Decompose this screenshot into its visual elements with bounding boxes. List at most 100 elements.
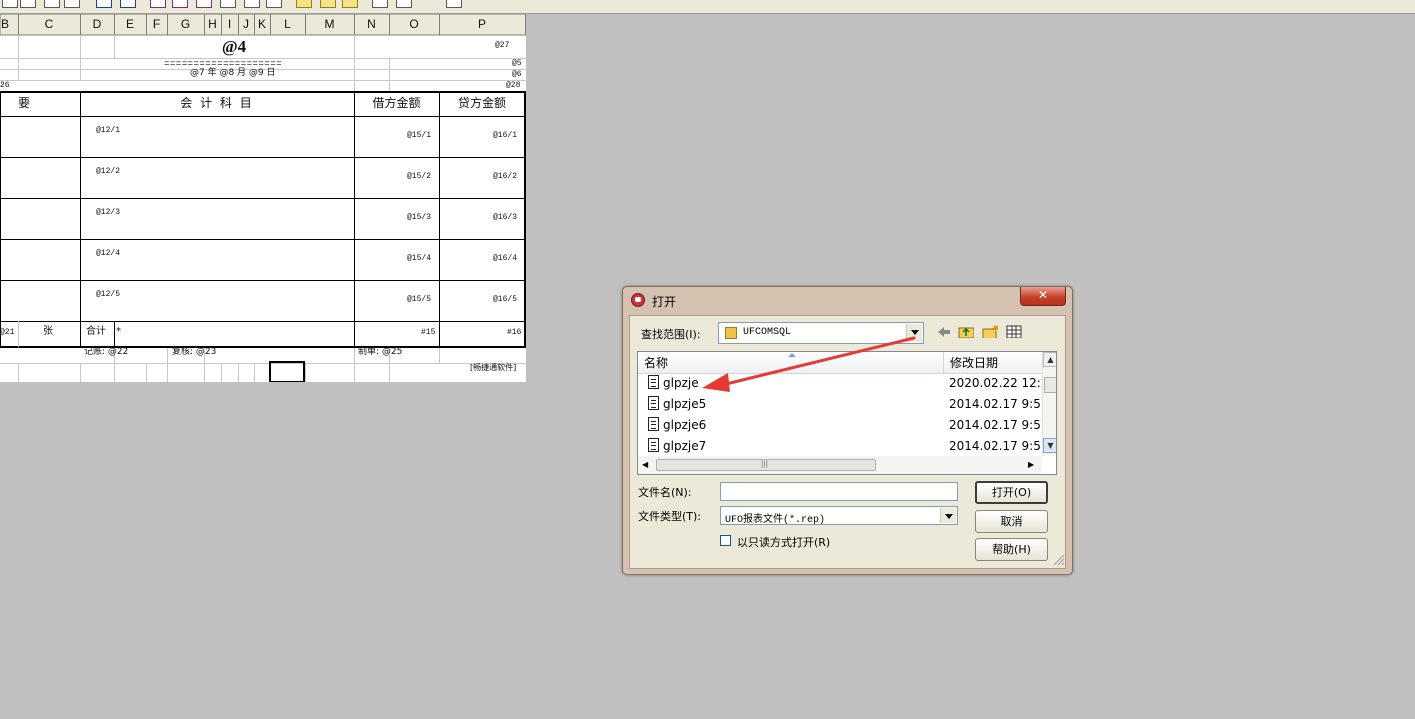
total-left-placeholder[interactable]: @21 [0, 329, 14, 337]
col-header-k[interactable]: K [254, 18, 270, 30]
row3-credit[interactable]: @16/3 [493, 214, 517, 222]
col-header-m[interactable]: M [305, 18, 354, 30]
file-date: 2014.02.17 9:57 [949, 439, 1049, 453]
toolbar-help-icon[interactable] [446, 0, 462, 8]
col-header-h[interactable]: H [204, 18, 221, 30]
row5-account[interactable]: @12/5 [96, 291, 120, 299]
report-title-placeholder[interactable]: @4 [114, 38, 354, 55]
scroll-up-icon[interactable]: ▲ [1043, 352, 1056, 367]
placeholder-6[interactable]: @6 [512, 71, 522, 79]
row2-credit[interactable]: @16/2 [493, 173, 517, 181]
header-debit: 借方金额 [372, 96, 421, 110]
footer-bookkeeper[interactable]: 记账: @22 [84, 348, 128, 357]
close-button[interactable]: ✕ [1020, 287, 1066, 306]
col-header-g[interactable]: G [167, 18, 204, 30]
cancel-button[interactable]: 取消 [975, 510, 1048, 533]
toolbar-scissors-icon[interactable] [20, 0, 36, 8]
file-row[interactable]: glpzje7 2014.02.17 9:57 [638, 435, 1048, 456]
date-line[interactable]: @7 年 @8 月 @9 日 [190, 69, 275, 78]
view-menu-icon[interactable] [1006, 324, 1022, 338]
toolbar-sort-desc-icon[interactable] [96, 0, 112, 8]
column-header-modified[interactable]: 修改日期 [944, 352, 1042, 374]
horizontal-scroll-thumb[interactable]: ||| [656, 459, 876, 471]
footer-maker[interactable]: 制单: @25 [358, 348, 402, 357]
total-star[interactable]: * [116, 327, 121, 337]
file-date: 2014.02.17 9:57 [949, 397, 1049, 411]
col-header-b[interactable]: B [0, 18, 10, 30]
toolbar-currency-icon[interactable] [296, 0, 312, 8]
placeholder-26[interactable]: 26 [0, 82, 10, 90]
row2-account[interactable]: @12/2 [96, 168, 120, 176]
file-date: 2014.02.17 9:57 [949, 418, 1049, 432]
row1-credit[interactable]: @16/1 [493, 132, 517, 140]
row2-debit[interactable]: @15/2 [407, 173, 431, 181]
row4-account[interactable]: @12/4 [96, 250, 120, 258]
header-summary: 要 [18, 96, 31, 110]
col-header-o[interactable]: O [389, 18, 439, 30]
total-zhang[interactable]: 张 [43, 327, 53, 337]
back-icon[interactable] [936, 325, 952, 339]
header-account: 会 计 科 目 [180, 96, 254, 110]
col-header-j[interactable]: J [238, 18, 254, 30]
col-header-f[interactable]: F [146, 18, 167, 30]
col-header-l[interactable]: L [270, 18, 305, 30]
total-debit[interactable]: #15 [421, 329, 435, 337]
row5-credit[interactable]: @16/5 [493, 296, 517, 304]
filename-input[interactable] [720, 482, 958, 501]
toolbar-align-top-icon[interactable] [150, 0, 166, 8]
placeholder-28[interactable]: @28 [506, 82, 520, 90]
placeholder-27[interactable]: @27 [495, 42, 509, 50]
toolbar-insert-row-icon[interactable] [372, 0, 388, 8]
toolbar-percent-icon[interactable] [320, 0, 336, 8]
dialog-title: 打开 [652, 295, 677, 309]
row4-credit[interactable]: @16/4 [493, 255, 517, 263]
toolbar-bold-icon[interactable] [220, 0, 236, 8]
toolbar-align-middle-icon[interactable] [172, 0, 188, 8]
toolbar-sort-asc-icon[interactable] [120, 0, 136, 8]
up-folder-icon[interactable] [958, 324, 974, 338]
row1-debit[interactable]: @15/1 [407, 132, 431, 140]
toolbar-paste-icon[interactable] [64, 0, 80, 8]
row1-account[interactable]: @12/1 [96, 127, 120, 135]
toolbar-cut-icon[interactable] [2, 0, 18, 8]
dialog-titlebar[interactable]: 打开 ✕ [623, 287, 1072, 314]
vertical-scrollbar[interactable]: ▲ ▼ [1042, 352, 1056, 456]
scroll-right-icon[interactable]: ▶ [1028, 460, 1034, 469]
chevron-down-icon[interactable] [940, 508, 956, 523]
row3-account[interactable]: @12/3 [96, 209, 120, 217]
col-header-e[interactable]: E [114, 18, 146, 30]
total-label[interactable]: 合计 [86, 327, 106, 337]
new-folder-icon[interactable] [982, 324, 998, 338]
row5-debit[interactable]: @15/5 [407, 296, 431, 304]
report-sheet: B C D E F G H I J K L M N O P @4 @27 @5 … [0, 14, 526, 382]
row4-debit[interactable]: @15/4 [407, 255, 431, 263]
readonly-label[interactable]: 以只读方式打开(R) [737, 534, 830, 550]
toolbar-comma-icon[interactable] [342, 0, 358, 8]
resize-grip-icon[interactable] [1053, 554, 1065, 566]
total-credit[interactable]: #16 [507, 329, 521, 337]
col-header-i[interactable]: I [221, 18, 238, 30]
footer-reviewer[interactable]: 复核: @23 [172, 348, 216, 357]
toolbar-underline-icon[interactable] [266, 0, 282, 8]
file-row[interactable]: glpzje6 2014.02.17 9:57 [638, 414, 1048, 435]
toolbar-align-bottom-icon[interactable] [196, 0, 212, 8]
scroll-grip: ||| [761, 460, 769, 468]
row3-debit[interactable]: @15/3 [407, 214, 431, 222]
scroll-left-icon[interactable]: ◀ [642, 460, 648, 469]
col-header-n[interactable]: N [354, 18, 389, 30]
placeholder-5[interactable]: @5 [512, 60, 522, 68]
scroll-down-icon[interactable]: ▼ [1043, 438, 1056, 453]
col-header-p[interactable]: P [439, 18, 525, 30]
vertical-scroll-thumb[interactable] [1044, 377, 1056, 393]
help-button[interactable]: 帮助(H) [975, 538, 1048, 561]
toolbar-italic-icon[interactable] [244, 0, 260, 8]
col-header-d[interactable]: D [80, 18, 114, 30]
readonly-checkbox[interactable] [720, 535, 731, 546]
filetype-select[interactable]: UFO报表文件(*.rep) [720, 506, 958, 526]
open-button[interactable]: 打开(O) [975, 481, 1048, 504]
col-header-c[interactable]: C [18, 18, 80, 30]
horizontal-scrollbar[interactable]: ◀ ||| ▶ [638, 456, 1042, 474]
toolbar-copy-icon[interactable] [44, 0, 60, 8]
toolbar-insert-col-icon[interactable] [396, 0, 412, 8]
column-modified-label: 修改日期 [950, 356, 999, 370]
